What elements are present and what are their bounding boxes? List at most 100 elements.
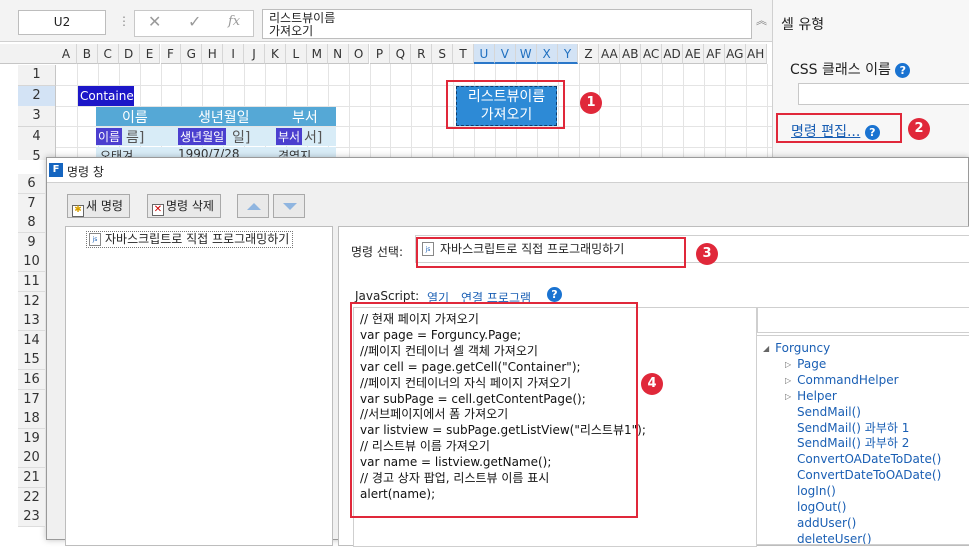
expand-arrow-icon[interactable]: ▷ [785, 360, 791, 369]
corner-header[interactable] [0, 44, 56, 64]
column-header[interactable]: X [536, 44, 558, 64]
column-header[interactable]: D [118, 44, 140, 64]
row-header[interactable]: 22 [18, 487, 45, 508]
column-header[interactable]: AE [683, 44, 704, 64]
column-header[interactable]: A [56, 44, 77, 64]
row-header[interactable]: 13 [18, 311, 45, 332]
row-header[interactable]: 4 [18, 126, 56, 148]
tree-item[interactable]: ▷ CommandHelper [763, 373, 969, 389]
cancel-icon[interactable]: ✕ [148, 12, 161, 31]
column-header[interactable]: AB [620, 44, 642, 64]
column-header[interactable]: AF [703, 44, 725, 64]
column-header[interactable]: C [97, 44, 119, 64]
row-header[interactable]: 10 [18, 252, 45, 273]
container-cell[interactable]: Container [78, 86, 139, 106]
bind-cell[interactable]: 생년월일 [178, 128, 227, 145]
row-header[interactable]: 23 [18, 507, 45, 528]
grid-line [599, 64, 601, 160]
tree-item[interactable]: ▷ Page [763, 357, 969, 373]
column-header[interactable]: B [76, 44, 98, 64]
cell-reference-box[interactable]: U2 [18, 10, 106, 35]
tree-item[interactable]: addUser() [763, 516, 969, 532]
tree-item[interactable]: SendMail() [763, 405, 969, 421]
row-header[interactable]: 3 [18, 106, 56, 128]
column-header[interactable]: AD [662, 44, 683, 64]
row-header[interactable]: 18 [18, 409, 45, 430]
column-header[interactable]: V [494, 44, 516, 64]
function-icon[interactable]: fx [228, 14, 240, 29]
tree-item[interactable]: ConvertDateToOADate() [763, 468, 969, 484]
row-header[interactable]: 11 [18, 272, 45, 292]
command-list-item[interactable]: js 자바스크립트로 직접 프로그래밍하기 [86, 231, 294, 248]
column-header[interactable]: Z [578, 44, 600, 64]
row-header[interactable]: 1 [18, 65, 56, 86]
column-header[interactable]: W [515, 44, 537, 64]
column-header[interactable]: AC [641, 44, 663, 64]
column-header[interactable]: T [453, 44, 474, 64]
tree-item[interactable]: ◢ Forguncy [763, 341, 969, 357]
column-header[interactable]: O [348, 44, 370, 64]
row-header[interactable]: 6 [18, 174, 45, 194]
column-header[interactable]: AH [745, 44, 767, 64]
row-header[interactable]: 21 [18, 468, 45, 488]
column-header[interactable]: S [432, 44, 454, 64]
delete-command-button[interactable]: ✕ 명령 삭제 [147, 194, 221, 218]
expand-arrow-icon[interactable]: ▷ [785, 392, 791, 401]
tree-item[interactable]: logOut() [763, 500, 969, 516]
column-header[interactable]: AA [599, 44, 621, 64]
tree-item-label: addUser() [797, 515, 857, 530]
column-header[interactable]: AG [724, 44, 746, 64]
row-header[interactable]: 7 [18, 193, 45, 214]
row-header[interactable]: 2 [18, 85, 56, 107]
new-command-button[interactable]: ✱ 새 명령 [67, 194, 130, 218]
row-header[interactable]: 9 [18, 232, 45, 253]
column-header[interactable]: P [369, 44, 391, 64]
spreadsheet[interactable]: A B C D E F G H I J K L M N O P Q R S T U V W X Y Z AA AB AC AD AE AF AG… [0, 44, 772, 160]
tree-item[interactable]: ConvertOADateToDate() [763, 452, 969, 468]
tree-item[interactable]: logIn() [763, 484, 969, 500]
tree-item[interactable]: SendMail() 과부하 1 [763, 421, 969, 437]
help-icon[interactable]: ? [547, 287, 562, 302]
bind-cell[interactable]: 부서 [276, 128, 303, 145]
move-down-button[interactable] [273, 194, 305, 218]
row-header[interactable]: 12 [18, 291, 45, 312]
expand-arrow-icon[interactable]: ▷ [785, 376, 791, 385]
column-header[interactable]: K [265, 44, 286, 64]
column-header[interactable]: G [181, 44, 203, 64]
column-header[interactable]: Y [557, 44, 579, 64]
column-header[interactable]: R [411, 44, 433, 64]
collapse-arrow-icon[interactable]: ◢ [763, 344, 769, 353]
dialog-title-bar[interactable]: F 명령 창 [47, 158, 968, 183]
column-header[interactable]: J [244, 44, 265, 64]
options-handle-icon[interactable]: ⋮ [118, 14, 130, 28]
column-header[interactable]: H [202, 44, 224, 64]
collapse-formula-icon[interactable]: ︽ [756, 12, 767, 28]
column-header[interactable]: F [160, 44, 182, 64]
tree-item[interactable]: ▷ Helper [763, 389, 969, 405]
row-header[interactable]: 14 [18, 330, 45, 351]
bind-cell[interactable]: 이름 [96, 128, 123, 145]
row-header[interactable]: 8 [18, 213, 45, 234]
row-header[interactable]: 19 [18, 428, 45, 449]
column-header[interactable]: M [306, 44, 328, 64]
tree-item[interactable]: deleteUser() [763, 532, 969, 544]
column-header[interactable]: L [285, 44, 307, 64]
row-header[interactable]: 17 [18, 389, 45, 410]
tree-item-label: logIn() [797, 484, 836, 499]
confirm-icon[interactable]: ✓ [188, 12, 201, 31]
column-header[interactable]: U [474, 44, 495, 64]
row-header[interactable]: 20 [18, 448, 45, 469]
css-class-input[interactable] [798, 83, 969, 105]
column-header[interactable]: N [327, 44, 349, 64]
column-header[interactable]: E [139, 44, 161, 64]
help-icon[interactable]: ? [895, 62, 911, 78]
tree-item[interactable]: SendMail() 과부하 2 [763, 436, 969, 452]
row-header[interactable]: 15 [18, 350, 45, 371]
row-header[interactable]: 16 [18, 370, 45, 390]
column-header[interactable]: Q [390, 44, 412, 64]
formula-input[interactable]: 리스트뷰이름 가져오기 [262, 9, 752, 39]
column-header[interactable]: I [223, 44, 245, 64]
move-up-button[interactable] [237, 194, 269, 218]
bind-cell-suffix: 름] [126, 130, 145, 146]
search-input[interactable] [757, 307, 969, 333]
